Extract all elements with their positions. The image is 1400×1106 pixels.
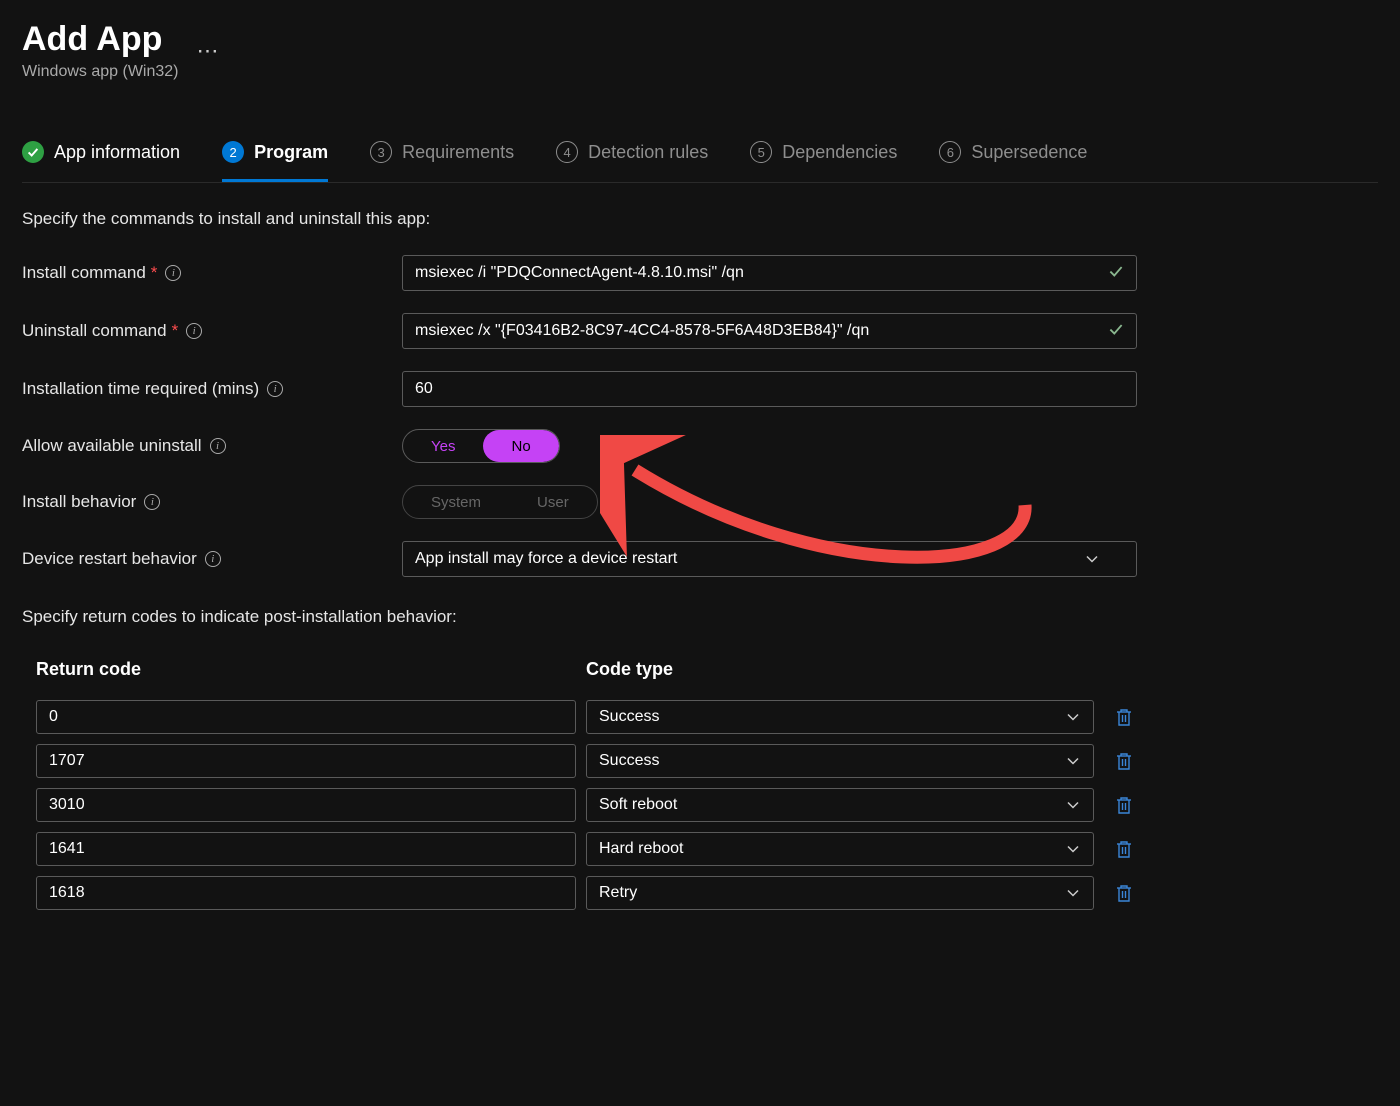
code-type-select[interactable]: Success	[586, 700, 1094, 734]
code-type-value: Retry	[599, 884, 637, 902]
allow-uninstall-no[interactable]: No	[483, 430, 558, 462]
code-type-select[interactable]: Success	[586, 744, 1094, 778]
delete-row-button[interactable]	[1104, 839, 1144, 859]
step-number-icon: 3	[370, 141, 392, 163]
tab-supersedence[interactable]: 6 Supersedence	[939, 141, 1087, 182]
allow-uninstall-yes[interactable]: Yes	[403, 430, 483, 462]
chevron-down-icon	[1084, 551, 1100, 567]
code-type-value: Soft reboot	[599, 796, 677, 814]
step-number-icon: 5	[750, 141, 772, 163]
table-row: Soft reboot	[36, 788, 1378, 822]
install-time-input[interactable]	[402, 371, 1137, 407]
valid-check-icon	[1107, 262, 1125, 284]
install-behavior-system: System	[403, 486, 509, 518]
install-behavior-toggle: System User	[402, 485, 598, 519]
return-codes-table: Return code Code type Success Success	[22, 659, 1378, 910]
uninstall-command-label: Uninstall command	[22, 321, 167, 341]
step-number-icon: 6	[939, 141, 961, 163]
code-type-value: Success	[599, 752, 659, 770]
trash-icon	[1115, 795, 1133, 815]
info-icon[interactable]: i	[165, 265, 181, 281]
code-type-value: Hard reboot	[599, 840, 684, 858]
info-icon[interactable]: i	[186, 323, 202, 339]
trash-icon	[1115, 751, 1133, 771]
tab-label: Dependencies	[782, 142, 897, 163]
install-command-label: Install command	[22, 263, 146, 283]
chevron-down-icon	[1065, 885, 1081, 901]
restart-behavior-label: Device restart behavior	[22, 549, 197, 569]
return-code-input[interactable]	[36, 744, 576, 778]
uninstall-command-input[interactable]	[402, 313, 1137, 349]
table-row: Success	[36, 744, 1378, 778]
valid-check-icon	[1107, 320, 1125, 342]
page-subtitle: Windows app (Win32)	[22, 63, 179, 81]
tab-program[interactable]: 2 Program	[222, 141, 328, 182]
delete-row-button[interactable]	[1104, 707, 1144, 727]
section-return-codes-text: Specify return codes to indicate post-in…	[22, 607, 1378, 627]
install-behavior-label: Install behavior	[22, 492, 136, 512]
tab-dependencies[interactable]: 5 Dependencies	[750, 141, 897, 182]
restart-behavior-select[interactable]: App install may force a device restart	[402, 541, 1137, 577]
code-type-select[interactable]: Hard reboot	[586, 832, 1094, 866]
info-icon[interactable]: i	[144, 494, 160, 510]
install-time-label: Installation time required (mins)	[22, 379, 259, 399]
tab-label: Supersedence	[971, 142, 1087, 163]
allow-uninstall-toggle: Yes No	[402, 429, 560, 463]
table-row: Success	[36, 700, 1378, 734]
trash-icon	[1115, 707, 1133, 727]
chevron-down-icon	[1065, 797, 1081, 813]
allow-uninstall-label: Allow available uninstall	[22, 436, 202, 456]
required-indicator: *	[151, 263, 158, 283]
tab-requirements[interactable]: 3 Requirements	[370, 141, 514, 182]
return-code-input[interactable]	[36, 788, 576, 822]
code-type-value: Success	[599, 708, 659, 726]
return-code-input[interactable]	[36, 876, 576, 910]
chevron-down-icon	[1065, 709, 1081, 725]
tab-app-information[interactable]: App information	[22, 141, 180, 182]
wizard-tabs: App information 2 Program 3 Requirements…	[22, 141, 1378, 183]
required-indicator: *	[172, 321, 179, 341]
return-code-input[interactable]	[36, 700, 576, 734]
code-type-select[interactable]: Retry	[586, 876, 1094, 910]
tab-label: Detection rules	[588, 142, 708, 163]
code-type-select[interactable]: Soft reboot	[586, 788, 1094, 822]
install-behavior-user: User	[509, 486, 597, 518]
check-icon	[22, 141, 44, 163]
delete-row-button[interactable]	[1104, 795, 1144, 815]
tab-label: Program	[254, 142, 328, 163]
chevron-down-icon	[1065, 753, 1081, 769]
section-commands-text: Specify the commands to install and unin…	[22, 209, 1378, 229]
page-title: Add App	[22, 20, 179, 59]
install-command-input[interactable]	[402, 255, 1137, 291]
delete-row-button[interactable]	[1104, 751, 1144, 771]
info-icon[interactable]: i	[267, 381, 283, 397]
trash-icon	[1115, 883, 1133, 903]
info-icon[interactable]: i	[210, 438, 226, 454]
info-icon[interactable]: i	[205, 551, 221, 567]
trash-icon	[1115, 839, 1133, 859]
restart-behavior-value: App install may force a device restart	[415, 550, 677, 568]
step-number-icon: 4	[556, 141, 578, 163]
chevron-down-icon	[1065, 841, 1081, 857]
tab-detection-rules[interactable]: 4 Detection rules	[556, 141, 708, 182]
col-return-code: Return code	[36, 659, 576, 680]
delete-row-button[interactable]	[1104, 883, 1144, 903]
tab-label: App information	[54, 142, 180, 163]
return-code-input[interactable]	[36, 832, 576, 866]
table-row: Hard reboot	[36, 832, 1378, 866]
col-code-type: Code type	[586, 659, 1126, 680]
more-actions-button[interactable]: ⋯	[197, 38, 219, 64]
step-number-icon: 2	[222, 141, 244, 163]
table-row: Retry	[36, 876, 1378, 910]
tab-label: Requirements	[402, 142, 514, 163]
